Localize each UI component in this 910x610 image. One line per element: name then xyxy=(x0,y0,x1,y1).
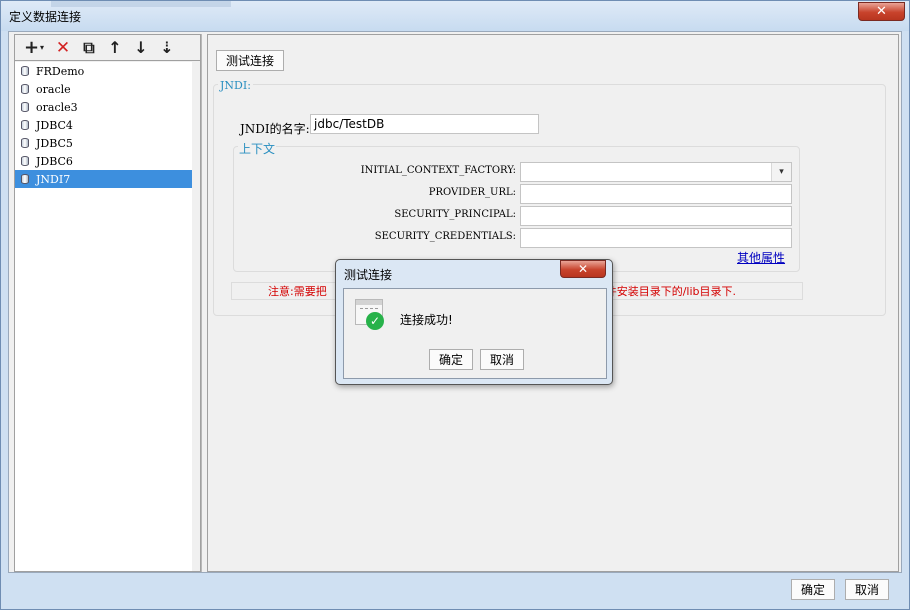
connection-item[interactable]: JDBC5 xyxy=(15,134,192,152)
copy-icon: ⧉ xyxy=(83,37,95,57)
dialog-title: 测试连接 xyxy=(344,268,393,282)
jndi-name-label: JNDI的名字: xyxy=(240,122,310,136)
connection-list-panel: + ▾ ✕ ⧉ ↑ ↓ ⇣ FRDemo oracle oracle3 JDBC… xyxy=(14,34,201,572)
window-title: 定义数据连接 xyxy=(9,10,82,24)
dialog-message: 连接成功! xyxy=(400,313,453,327)
delete-connection-button[interactable]: ✕ xyxy=(53,38,73,58)
database-icon xyxy=(21,174,29,184)
database-icon xyxy=(21,120,29,130)
success-check-icon: ✓ xyxy=(366,312,384,330)
move-down-button[interactable]: ↓ xyxy=(131,38,151,58)
move-down-icon: ↓ xyxy=(134,38,148,57)
connection-item[interactable]: JDBC6 xyxy=(15,152,192,170)
note-text-right: 文件安装目录下的/lib目录下. xyxy=(594,285,737,298)
jndi-section-title: JNDI: xyxy=(218,79,253,92)
window-titlebar[interactable]: 定义数据连接 ✕ xyxy=(1,1,909,31)
database-icon xyxy=(21,66,29,76)
context-section-title: 上下文 xyxy=(238,140,277,157)
close-icon: ✕ xyxy=(577,262,589,276)
connection-item[interactable]: JDBC4 xyxy=(15,116,192,134)
context-group: 上下文 INITIAL_CONTEXT_FACTORY: ▾ PROVIDER_… xyxy=(233,140,800,272)
test-connection-dialog: 测试连接 ✕ ✓ 连接成功! 确定 取消 xyxy=(335,259,613,385)
close-icon: ✕ xyxy=(876,4,887,19)
list-scroll-gutter xyxy=(192,62,200,571)
connection-item-selected[interactable]: JNDI7 xyxy=(15,170,192,188)
cancel-button[interactable]: 取消 xyxy=(845,579,889,600)
connection-list[interactable]: FRDemo oracle oracle3 JDBC4 JDBC5 JDBC6 … xyxy=(15,62,193,571)
connection-label: JNDI7 xyxy=(36,172,71,186)
connection-label: oracle xyxy=(36,82,71,96)
initial-context-factory-select[interactable]: ▾ xyxy=(520,162,792,182)
titlebar-ghost xyxy=(51,1,231,7)
application-icon-bar xyxy=(356,300,382,305)
connection-label: JDBC6 xyxy=(36,154,73,168)
provider-url-input[interactable] xyxy=(520,184,792,204)
application-icon-dots xyxy=(360,308,378,309)
copy-connection-button[interactable]: ⧉ xyxy=(79,38,99,58)
initial-context-factory-label: INITIAL_CONTEXT_FACTORY: xyxy=(360,165,516,176)
database-icon xyxy=(21,102,29,112)
dialog-body: ✓ 连接成功! 确定 取消 xyxy=(343,288,607,379)
sort-icon: ⇣ xyxy=(160,38,174,57)
connection-label: JDBC5 xyxy=(36,136,73,150)
delete-icon: ✕ xyxy=(55,37,71,58)
database-icon xyxy=(21,138,29,148)
connection-item[interactable]: oracle xyxy=(15,80,192,98)
connection-toolbar: + ▾ ✕ ⧉ ↑ ↓ ⇣ xyxy=(15,35,200,61)
dialog-close-button[interactable]: ✕ xyxy=(560,260,606,278)
connection-label: FRDemo xyxy=(36,64,85,78)
dialog-cancel-button[interactable]: 取消 xyxy=(480,349,524,370)
database-icon xyxy=(21,156,29,166)
note-text-left: 注意:需要把 xyxy=(268,285,327,298)
move-up-button[interactable]: ↑ xyxy=(105,38,125,58)
other-properties-link[interactable]: 其他属性 xyxy=(737,249,785,266)
connection-label: oracle3 xyxy=(36,100,78,114)
window-close-button[interactable]: ✕ xyxy=(858,2,905,21)
dropdown-arrow-icon: ▾ xyxy=(40,43,45,52)
security-principal-label: SECURITY_PRINCIPAL: xyxy=(394,209,516,220)
connection-item[interactable]: oracle3 xyxy=(15,98,192,116)
sort-button[interactable]: ⇣ xyxy=(157,38,177,58)
database-icon xyxy=(21,84,29,94)
move-up-icon: ↑ xyxy=(108,38,122,57)
provider-url-label: PROVIDER_URL: xyxy=(428,187,516,198)
security-credentials-label: SECURITY_CREDENTIALS: xyxy=(374,231,516,242)
test-connection-button[interactable]: 测试连接 xyxy=(216,50,284,71)
add-connection-button[interactable]: + ▾ xyxy=(21,37,47,58)
connection-item[interactable]: FRDemo xyxy=(15,62,192,80)
jndi-name-input[interactable]: jdbc/TestDB xyxy=(310,114,539,134)
chevron-down-icon: ▾ xyxy=(771,163,791,181)
ok-button[interactable]: 确定 xyxy=(791,579,835,600)
security-principal-input[interactable] xyxy=(520,206,792,226)
connection-label: JDBC4 xyxy=(36,118,73,132)
add-icon: + xyxy=(23,37,40,58)
security-credentials-input[interactable] xyxy=(520,228,792,248)
dialog-ok-button[interactable]: 确定 xyxy=(429,349,473,370)
